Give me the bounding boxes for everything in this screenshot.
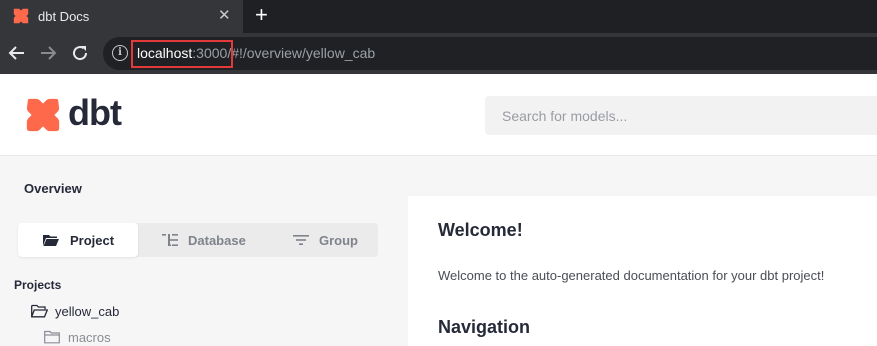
view-switcher: Project Database Group — [18, 223, 378, 257]
search-input[interactable] — [485, 96, 877, 135]
welcome-card: Welcome! Welcome to the auto-generated d… — [408, 196, 877, 346]
folder-icon — [44, 330, 60, 344]
filter-lines-icon — [293, 235, 309, 245]
dbt-wordmark[interactable]: dbt — [68, 92, 122, 134]
tab-group[interactable]: Group — [273, 223, 378, 257]
sidebar: Overview Project Database Group Projects — [0, 156, 408, 346]
projects-heading: Projects — [14, 278, 62, 292]
main-content: Welcome! Welcome to the auto-generated d… — [408, 156, 877, 346]
site-info-icon[interactable]: i — [112, 45, 128, 61]
dbt-logo-icon[interactable] — [24, 96, 62, 134]
browser-tab[interactable]: dbt Docs ✕ — [0, 0, 243, 33]
tab-title: dbt Docs — [38, 9, 90, 24]
back-arrow-icon[interactable] — [5, 41, 29, 65]
dbt-favicon-icon — [13, 8, 29, 24]
tree-item-macros[interactable]: macros — [44, 330, 244, 346]
forward-arrow-icon[interactable] — [36, 41, 60, 65]
tab-database[interactable]: Database — [138, 223, 273, 257]
browser-tab-bar: dbt Docs ✕ + — [0, 0, 877, 33]
dbt-header: dbt — [0, 74, 877, 156]
tree-item-label: macros — [68, 330, 111, 345]
tab-close-icon[interactable]: ✕ — [218, 6, 231, 26]
folder-open-icon — [43, 235, 59, 246]
folder-open-icon — [31, 304, 48, 318]
tab-project-label: Project — [70, 233, 115, 248]
tab-project[interactable]: Project — [18, 223, 138, 257]
url-highlight-box — [131, 40, 233, 68]
welcome-text: Welcome to the auto-generated documentat… — [438, 268, 825, 283]
tree-item-yellow-cab[interactable]: yellow_cab — [31, 304, 231, 320]
database-tree-icon — [162, 234, 178, 246]
reload-icon[interactable] — [68, 41, 92, 65]
url-path: /#!/overview/yellow_cab — [227, 45, 376, 61]
navigation-heading: Navigation — [438, 317, 531, 337]
tree-item-label: yellow_cab — [55, 304, 120, 319]
tab-database-label: Database — [188, 233, 246, 248]
new-tab-button[interactable]: + — [255, 3, 268, 27]
overview-link[interactable]: Overview — [24, 181, 82, 196]
welcome-heading: Welcome! — [438, 220, 523, 240]
tab-group-label: Group — [319, 233, 358, 248]
